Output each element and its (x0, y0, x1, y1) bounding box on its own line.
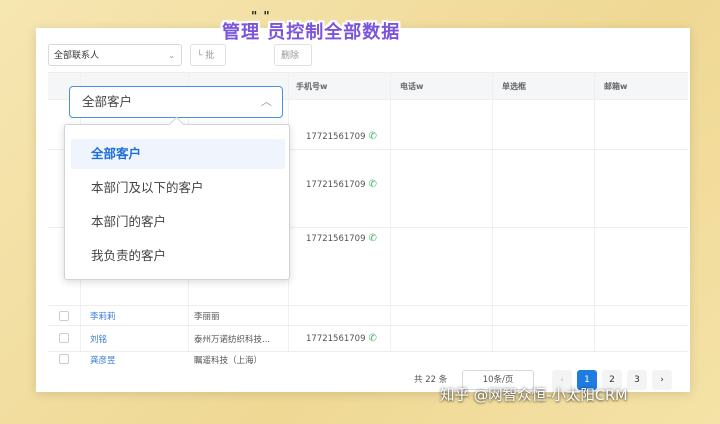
chevron-up-icon: ︿ (261, 95, 272, 108)
table-row[interactable]: 刘铭 泰州万诺纺织科技... 17721561709 ✆ (48, 325, 688, 352)
contact-filter-select[interactable]: 全部联系人 ⌄ (48, 44, 182, 66)
col-header-mobile[interactable]: 手机号w (296, 81, 327, 92)
row-checkbox[interactable] (59, 311, 69, 321)
customer-scope-select[interactable]: 全部客户 ︿ (69, 86, 283, 118)
menu-item-all-customers[interactable]: 全部客户 (71, 139, 285, 169)
customer-name-link[interactable]: 龚彦昱 (90, 354, 116, 366)
mobile-number: 17721561709 (306, 180, 366, 190)
page-button-3[interactable]: 3 (627, 370, 647, 390)
menu-item-dept-customers[interactable]: 本部门的客户 (71, 207, 285, 237)
next-page-button[interactable]: › (652, 370, 672, 390)
customer-name-link[interactable]: 刘铭 (90, 333, 107, 345)
mobile-cell: 17721561709 ✆ (306, 131, 377, 142)
company-cell: 泰州万诺纺织科技... (194, 335, 271, 345)
delete-button[interactable]: 删除 (274, 44, 312, 66)
phone-icon[interactable]: ✆ (369, 179, 377, 190)
watermark: 知乎 @网智众恒-小太阳CRM (440, 388, 628, 404)
chevron-down-icon: ⌄ (168, 51, 175, 60)
phone-icon[interactable]: ✆ (369, 233, 377, 244)
col-header-email[interactable]: 邮箱w (604, 81, 627, 92)
row-checkbox[interactable] (59, 354, 69, 364)
overlay-caption: " " 管理 员控制全部数据 (222, 9, 401, 44)
col-header-phone[interactable]: 电话w (400, 81, 423, 92)
row-checkbox[interactable] (59, 333, 69, 343)
menu-item-my-customers[interactable]: 我负责的客户 (71, 241, 285, 271)
table-row[interactable]: 李莉莉 李丽丽 (48, 305, 688, 326)
menu-item-dept-and-below[interactable]: 本部门及以下的客户 (71, 173, 285, 203)
table-row[interactable]: 龚彦昱 瞩遥科技（上海） (48, 350, 688, 370)
mobile-cell: 17721561709 ✆ (306, 333, 377, 344)
phone-icon[interactable]: ✆ (369, 131, 377, 142)
caption-dots: " " (251, 9, 271, 23)
contact-filter-value: 全部联系人 (54, 51, 100, 61)
customer-scope-value: 全部客户 (82, 94, 133, 109)
customer-name-link[interactable]: 李莉莉 (90, 310, 116, 322)
customer-scope-menu: 全部客户 本部门及以下的客户 本部门的客户 我负责的客户 (64, 116, 290, 280)
batch-button[interactable]: └ 批 (190, 44, 226, 66)
phone-icon[interactable]: ✆ (369, 333, 377, 344)
mobile-number: 17721561709 (306, 132, 366, 142)
screenshot: 全部联系人 ⌄ └ 批 删除 手机号w 电话w 单选框 邮箱w 17721561… (0, 0, 720, 424)
company-cell: 李丽丽 (194, 312, 220, 322)
company-cell: 瞩遥科技（上海） (194, 356, 263, 366)
mobile-cell: 17721561709 ✆ (306, 179, 377, 190)
overlay-caption-text: 管理 员控制全部数据 (222, 22, 401, 43)
mobile-number: 17721561709 (306, 234, 366, 244)
mobile-cell: 17721561709 ✆ (306, 233, 377, 244)
col-header-radio[interactable]: 单选框 (502, 81, 526, 92)
mobile-number: 17721561709 (306, 334, 366, 344)
